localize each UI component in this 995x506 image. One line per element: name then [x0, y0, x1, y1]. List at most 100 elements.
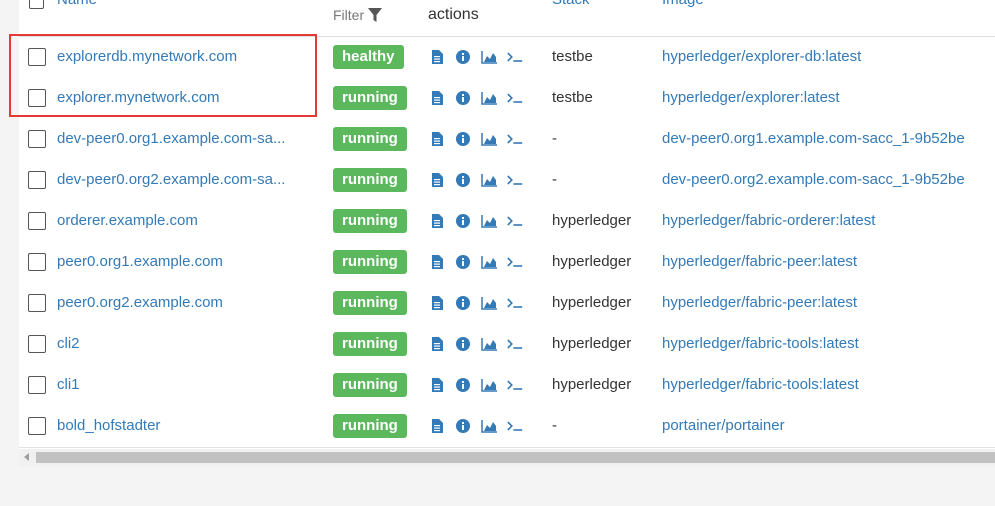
- inspect-icon[interactable]: [455, 295, 471, 311]
- console-icon[interactable]: [507, 377, 523, 393]
- highlight-annotation: [9, 34, 317, 117]
- console-icon[interactable]: [507, 336, 523, 352]
- stats-icon[interactable]: [481, 418, 497, 434]
- logs-icon[interactable]: [429, 336, 445, 352]
- inspect-icon[interactable]: [455, 336, 471, 352]
- inspect-icon[interactable]: [455, 131, 471, 147]
- row-checkbox[interactable]: [28, 171, 46, 189]
- logs-icon[interactable]: [429, 213, 445, 229]
- console-icon[interactable]: [507, 295, 523, 311]
- image-link[interactable]: hyperledger/fabric-peer:latest: [662, 253, 995, 270]
- logs-icon[interactable]: [429, 377, 445, 393]
- row-checkbox[interactable]: [28, 212, 46, 230]
- quick-actions: [429, 295, 523, 311]
- row-checkbox[interactable]: [28, 335, 46, 353]
- quick-actions: [429, 418, 523, 434]
- stack-value: hyperledger: [552, 253, 632, 270]
- inspect-icon[interactable]: [455, 418, 471, 434]
- stats-icon[interactable]: [481, 377, 497, 393]
- stack-value: hyperledger: [552, 335, 632, 352]
- container-name-link[interactable]: orderer.example.com: [57, 212, 317, 229]
- filter-label: Filter: [333, 7, 365, 23]
- status-badge: running: [333, 168, 407, 192]
- image-link[interactable]: hyperledger/fabric-peer:latest: [662, 294, 995, 311]
- stats-icon[interactable]: [481, 49, 497, 65]
- table-header: Name Filter actions Stack Image: [19, 0, 995, 37]
- scroll-left-arrow-icon[interactable]: [24, 453, 29, 461]
- status-badge: running: [333, 127, 407, 151]
- column-header-actions: actions: [428, 6, 479, 23]
- console-icon[interactable]: [507, 172, 523, 188]
- logs-icon[interactable]: [429, 90, 445, 106]
- console-icon[interactable]: [507, 213, 523, 229]
- table-row: peer0.org1.example.com running hyperledger…: [19, 242, 995, 284]
- stack-value: testbe: [552, 89, 593, 106]
- state-filter[interactable]: Filter: [333, 7, 383, 23]
- quick-actions: [429, 254, 523, 270]
- container-name-link[interactable]: peer0.org2.example.com: [57, 294, 317, 311]
- console-icon[interactable]: [507, 254, 523, 270]
- image-link[interactable]: hyperledger/explorer-db:latest: [662, 48, 995, 65]
- select-all-checkbox[interactable]: [29, 0, 44, 9]
- console-icon[interactable]: [507, 131, 523, 147]
- row-checkbox[interactable]: [28, 294, 46, 312]
- container-name-link[interactable]: peer0.org1.example.com: [57, 253, 317, 270]
- stats-icon[interactable]: [481, 213, 497, 229]
- inspect-icon[interactable]: [455, 377, 471, 393]
- quick-actions: [429, 213, 523, 229]
- status-badge: running: [333, 291, 407, 315]
- container-name-link[interactable]: bold_hofstadter: [57, 417, 317, 434]
- inspect-icon[interactable]: [455, 213, 471, 229]
- stack-value: -: [552, 130, 557, 147]
- column-header-image[interactable]: Image: [662, 0, 704, 8]
- stats-icon[interactable]: [481, 295, 497, 311]
- row-checkbox[interactable]: [28, 376, 46, 394]
- stats-icon[interactable]: [481, 254, 497, 270]
- quick-actions: [429, 131, 523, 147]
- image-link[interactable]: hyperledger/fabric-tools:latest: [662, 376, 995, 393]
- filter-icon[interactable]: [367, 7, 383, 23]
- console-icon[interactable]: [507, 49, 523, 65]
- container-name-link[interactable]: cli2: [57, 335, 317, 352]
- inspect-icon[interactable]: [455, 254, 471, 270]
- row-checkbox[interactable]: [28, 417, 46, 435]
- logs-icon[interactable]: [429, 418, 445, 434]
- status-badge: running: [333, 86, 407, 110]
- table-row: cli2 running hyperledger hyperledger/fabric…: [19, 324, 995, 366]
- inspect-icon[interactable]: [455, 49, 471, 65]
- status-badge: healthy: [333, 45, 404, 69]
- column-header-name[interactable]: Name: [57, 0, 97, 8]
- container-name-link[interactable]: dev-peer0.org1.example.com-sa...: [57, 130, 317, 147]
- logs-icon[interactable]: [429, 131, 445, 147]
- row-checkbox[interactable]: [28, 130, 46, 148]
- row-checkbox[interactable]: [28, 253, 46, 271]
- quick-actions: [429, 90, 523, 106]
- console-icon[interactable]: [507, 418, 523, 434]
- logs-icon[interactable]: [429, 254, 445, 270]
- scrollbar-thumb[interactable]: [36, 452, 995, 463]
- inspect-icon[interactable]: [455, 90, 471, 106]
- container-name-link[interactable]: dev-peer0.org2.example.com-sa...: [57, 171, 317, 188]
- stats-icon[interactable]: [481, 336, 497, 352]
- table-row: orderer.example.com running hyperledger hyp…: [19, 201, 995, 243]
- stack-value: testbe: [552, 48, 593, 65]
- inspect-icon[interactable]: [455, 172, 471, 188]
- horizontal-scrollbar[interactable]: [19, 449, 995, 466]
- status-badge: running: [333, 332, 407, 356]
- console-icon[interactable]: [507, 90, 523, 106]
- logs-icon[interactable]: [429, 172, 445, 188]
- image-link[interactable]: hyperledger/explorer:latest: [662, 89, 995, 106]
- quick-actions: [429, 336, 523, 352]
- stats-icon[interactable]: [481, 172, 497, 188]
- logs-icon[interactable]: [429, 49, 445, 65]
- image-link[interactable]: dev-peer0.org2.example.com-sacc_1-9b52be: [662, 171, 995, 188]
- image-link[interactable]: hyperledger/fabric-orderer:latest: [662, 212, 995, 229]
- container-name-link[interactable]: cli1: [57, 376, 317, 393]
- column-header-stack[interactable]: Stack: [552, 0, 590, 8]
- image-link[interactable]: dev-peer0.org1.example.com-sacc_1-9b52be: [662, 130, 995, 147]
- stats-icon[interactable]: [481, 90, 497, 106]
- image-link[interactable]: hyperledger/fabric-tools:latest: [662, 335, 995, 352]
- image-link[interactable]: portainer/portainer: [662, 417, 995, 434]
- stats-icon[interactable]: [481, 131, 497, 147]
- logs-icon[interactable]: [429, 295, 445, 311]
